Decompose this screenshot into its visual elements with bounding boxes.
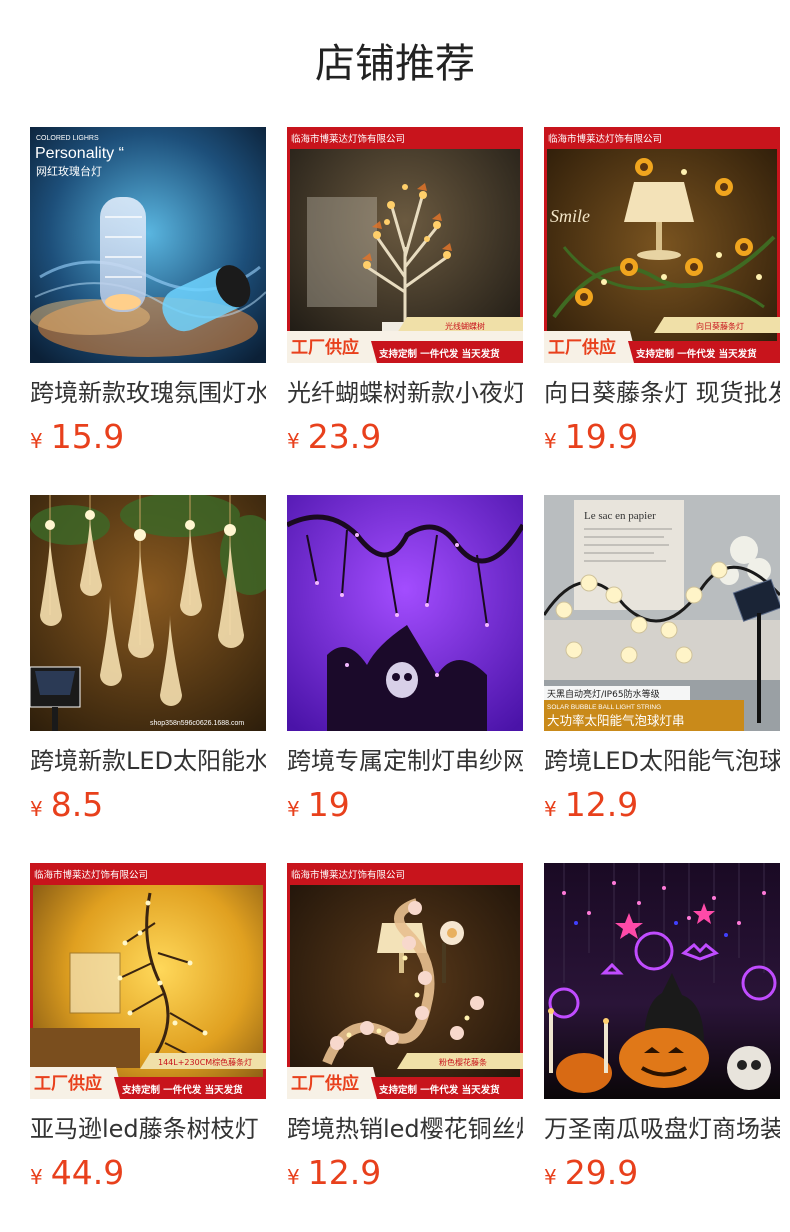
services-label: 支持定制 一件代发 当天发货 [635,348,757,360]
product-card[interactable]: 临海市博莱达灯饰有限公司 粉色樱花藤条 工厂供应 支持定制 一件代发 当天发货 [287,863,523,1203]
watermark: shop358n596c0626.1688.com [150,720,244,727]
product-image[interactable]: 临海市博莱达灯饰有限公司 144L+230CM棕色藤条灯 工厂供应 支持定制 一… [30,863,266,1099]
currency-symbol: ¥ [287,797,300,821]
services-label: 支持定制 一件代发 当天发货 [378,348,500,360]
currency-symbol: ¥ [287,429,300,453]
product-card[interactable]: 临海市博莱达灯饰有限公司 光线蝴蝶树 工厂供应 支持定制 一件代发 当天发货 光… [287,127,523,467]
product-card[interactable]: 跨境专属定制灯串纱网灯 ¥19 [287,495,523,835]
product-image[interactable]: 临海市博莱达灯饰有限公司 Smile 向日葵藤条灯 工厂供应 支持定制 一件代发… [544,127,780,363]
product-price: ¥23.9 [287,415,381,459]
price-value: 23.9 [307,417,382,456]
product-name[interactable]: 亚马逊led藤条树枝灯 [30,1112,266,1146]
price-value: 12.9 [564,785,639,824]
factory-label: 工厂供应 [548,337,616,358]
currency-symbol: ¥ [30,1165,43,1189]
product-tag: 144L+230CM棕色藤条灯 [158,1057,252,1067]
price-value: 29.9 [564,1153,639,1192]
factory-label: 工厂供应 [291,1073,359,1094]
svg-text:Smile: Smile [550,206,590,226]
product-name[interactable]: 跨境热销led樱花铜丝灯 [287,1112,523,1146]
product-price: ¥12.9 [287,1151,381,1195]
currency-symbol: ¥ [30,429,43,453]
page-title: 店铺推荐 [315,41,475,87]
price-value: 12.9 [307,1153,382,1192]
product-image[interactable] [544,863,780,1099]
company-banner: 临海市博莱达灯饰有限公司 [291,869,405,881]
product-card[interactable]: shop358n596c0626.1688.com 跨境新款LED太阳能水滴灯串… [30,495,266,835]
product-image[interactable]: shop358n596c0626.1688.com [30,495,266,731]
product-price: ¥29.9 [544,1151,638,1195]
currency-symbol: ¥ [544,1165,557,1189]
product-name[interactable]: 向日葵藤条灯 现货批发 [544,376,780,410]
services-label: 支持定制 一件代发 当天发货 [121,1084,243,1096]
product-price: ¥12.9 [544,783,638,827]
caption-2: 大功率太阳能气泡球灯串 [547,713,685,728]
product-name[interactable]: 跨境新款LED太阳能水滴灯串 [30,744,266,778]
product-price: ¥19.9 [544,415,638,459]
currency-symbol: ¥ [544,797,557,821]
currency-symbol: ¥ [287,1165,300,1189]
product-price: ¥44.9 [30,1151,124,1195]
product-price: ¥19 [287,783,350,827]
label-small: COLORED LIGHRS [36,135,99,142]
product-name[interactable]: 跨境专属定制灯串纱网灯 [287,744,523,778]
product-tag: 粉色樱花藤条 [439,1057,487,1067]
product-card[interactable]: 临海市博莱达灯饰有限公司 144L+230CM棕色藤条灯 工厂供应 支持定制 一… [30,863,266,1203]
price-value: 44.9 [50,1153,125,1192]
company-banner: 临海市博莱达灯饰有限公司 [548,133,662,145]
caption-en: SOLAR BUBBLE BALL LIGHT STRING [547,704,661,711]
factory-label: 工厂供应 [34,1073,102,1094]
product-name[interactable]: 跨境LED太阳能气泡球灯串 [544,744,780,778]
product-image[interactable]: 临海市博莱达灯饰有限公司 光线蝴蝶树 工厂供应 支持定制 一件代发 当天发货 [287,127,523,363]
company-banner: 临海市博莱达灯饰有限公司 [291,133,405,145]
product-image[interactable]: Le sac en papier 天黑自动亮灯/IP65防水等级 SOLAR B… [544,495,780,731]
price-value: 8.5 [50,785,104,824]
services-label: 支持定制 一件代发 当天发货 [378,1084,500,1096]
currency-symbol: ¥ [30,797,43,821]
product-image[interactable] [287,495,523,731]
company-banner: 临海市博莱达灯饰有限公司 [34,869,148,881]
label-big: Personality “ [35,145,124,162]
product-image[interactable]: 临海市博莱达灯饰有限公司 粉色樱花藤条 工厂供应 支持定制 一件代发 当天发货 [287,863,523,1099]
currency-symbol: ¥ [544,429,557,453]
product-name[interactable]: 光纤蝴蝶树新款小夜灯 [287,376,523,410]
product-image[interactable]: COLORED LIGHRS Personality “ 网红玫瑰台灯 [30,127,266,363]
product-card[interactable]: 临海市博莱达灯饰有限公司 Smile 向日葵藤条灯 工厂供应 支持定制 一件代发… [544,127,780,467]
price-value: 19.9 [564,417,639,456]
product-card[interactable]: COLORED LIGHRS Personality “ 网红玫瑰台灯 跨境新款… [30,127,266,467]
product-price: ¥8.5 [30,783,103,827]
factory-label: 工厂供应 [291,337,359,358]
paper-text: Le sac en papier [584,510,656,522]
product-tag: 向日葵藤条灯 [696,321,744,331]
product-name[interactable]: 万圣南瓜吸盘灯商场装饰 [544,1112,780,1146]
product-card[interactable]: 万圣南瓜吸盘灯商场装饰 ¥29.9 [544,863,780,1203]
price-value: 15.9 [50,417,125,456]
label-cn: 网红玫瑰台灯 [36,164,102,178]
product-name[interactable]: 跨境新款玫瑰氛围灯水晶台灯 [30,376,266,410]
price-value: 19 [307,785,350,824]
caption-1: 天黑自动亮灯/IP65防水等级 [547,688,660,700]
product-card[interactable]: Le sac en papier 天黑自动亮灯/IP65防水等级 SOLAR B… [544,495,780,835]
product-price: ¥15.9 [30,415,124,459]
product-tag: 光线蝴蝶树 [445,321,485,331]
